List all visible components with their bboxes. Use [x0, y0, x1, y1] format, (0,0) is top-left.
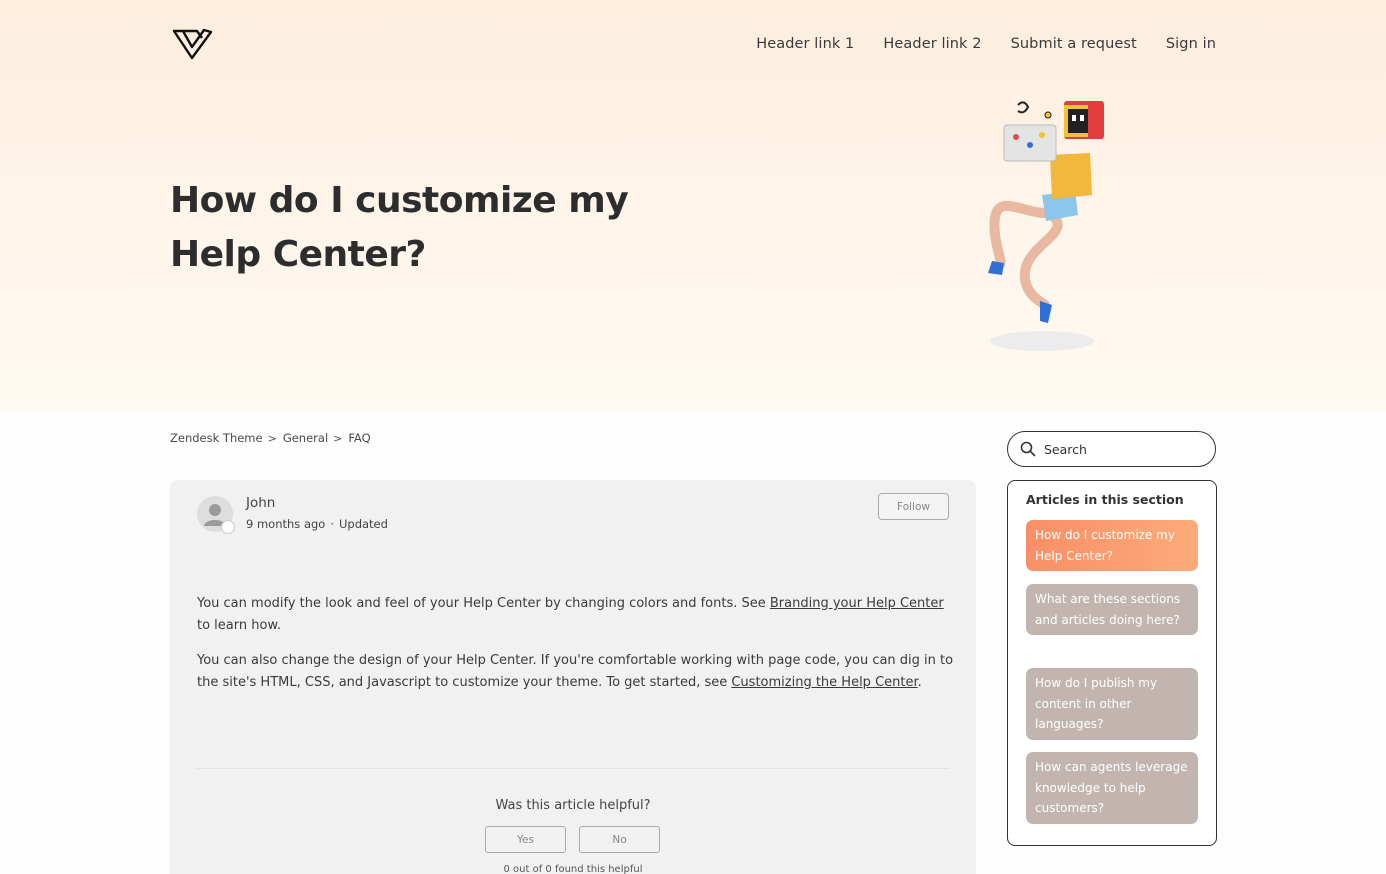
customizing-link[interactable]: Customizing the Help Center — [731, 675, 917, 690]
follow-button[interactable]: Follow — [878, 493, 949, 520]
brand-logo-icon[interactable] — [172, 27, 214, 61]
search-icon — [1020, 441, 1036, 457]
branding-link[interactable]: Branding your Help Center — [770, 596, 944, 611]
chevron-right-icon: > — [333, 431, 343, 445]
hero-illustration — [988, 101, 1104, 351]
section-article-link[interactable]: What are these sections and articles doi… — [1026, 584, 1198, 635]
author-name[interactable]: John — [246, 495, 275, 511]
section-article-link[interactable]: How do I publish my content in other lan… — [1026, 668, 1198, 740]
avatar-badge — [221, 520, 235, 534]
helpful-question: Was this article helpful? — [495, 798, 651, 813]
article-updated: Updated — [338, 517, 388, 531]
breadcrumb: Zendesk Theme > General > FAQ — [170, 431, 371, 445]
breadcrumb-item-zendesk-theme[interactable]: Zendesk Theme — [170, 431, 263, 445]
vote-yes-button[interactable]: Yes — [485, 826, 566, 853]
breadcrumb-item-faq[interactable]: FAQ — [348, 431, 370, 445]
page-title: How do I customize my Help Center? — [170, 180, 629, 275]
chevron-right-icon: > — [267, 431, 277, 445]
article-paragraph-1: You can modify the look and feel of your… — [197, 596, 944, 633]
section-article-link[interactable]: How do I customize my Help Center? — [1026, 520, 1198, 571]
helpful-count: 0 out of 0 found this helpful — [503, 864, 643, 874]
search-input[interactable] — [1044, 441, 1194, 457]
article-card: John 9 months ago · Updated Follow You can… — [170, 480, 976, 874]
sign-in-link[interactable]: Sign in — [1166, 34, 1216, 54]
article-meta: 9 months ago · Updated — [246, 517, 388, 531]
section-title: Articles in this section — [1026, 492, 1184, 507]
section-article-link[interactable]: How can agents leverage knowledge to hel… — [1026, 752, 1198, 824]
vote-no-button[interactable]: No — [579, 826, 660, 853]
divider — [197, 768, 949, 769]
article-time: 9 months ago — [246, 517, 326, 531]
breadcrumb-item-general[interactable]: General — [283, 431, 328, 445]
submit-request-link[interactable]: Submit a request — [1011, 34, 1137, 54]
avatar[interactable] — [197, 496, 235, 534]
articles-in-section: Articles in this section How do I custom… — [1007, 480, 1217, 846]
header-nav: Header link 1 Header link 2 Submit a req… — [727, 34, 1216, 54]
article-paragraph-2: You can also change the design of your H… — [197, 653, 954, 690]
search-bar[interactable] — [1007, 431, 1216, 467]
header-link-2[interactable]: Header link 2 — [883, 34, 981, 54]
article-body: You can modify the look and feel of your… — [197, 593, 957, 707]
header-link-1[interactable]: Header link 1 — [756, 34, 854, 54]
